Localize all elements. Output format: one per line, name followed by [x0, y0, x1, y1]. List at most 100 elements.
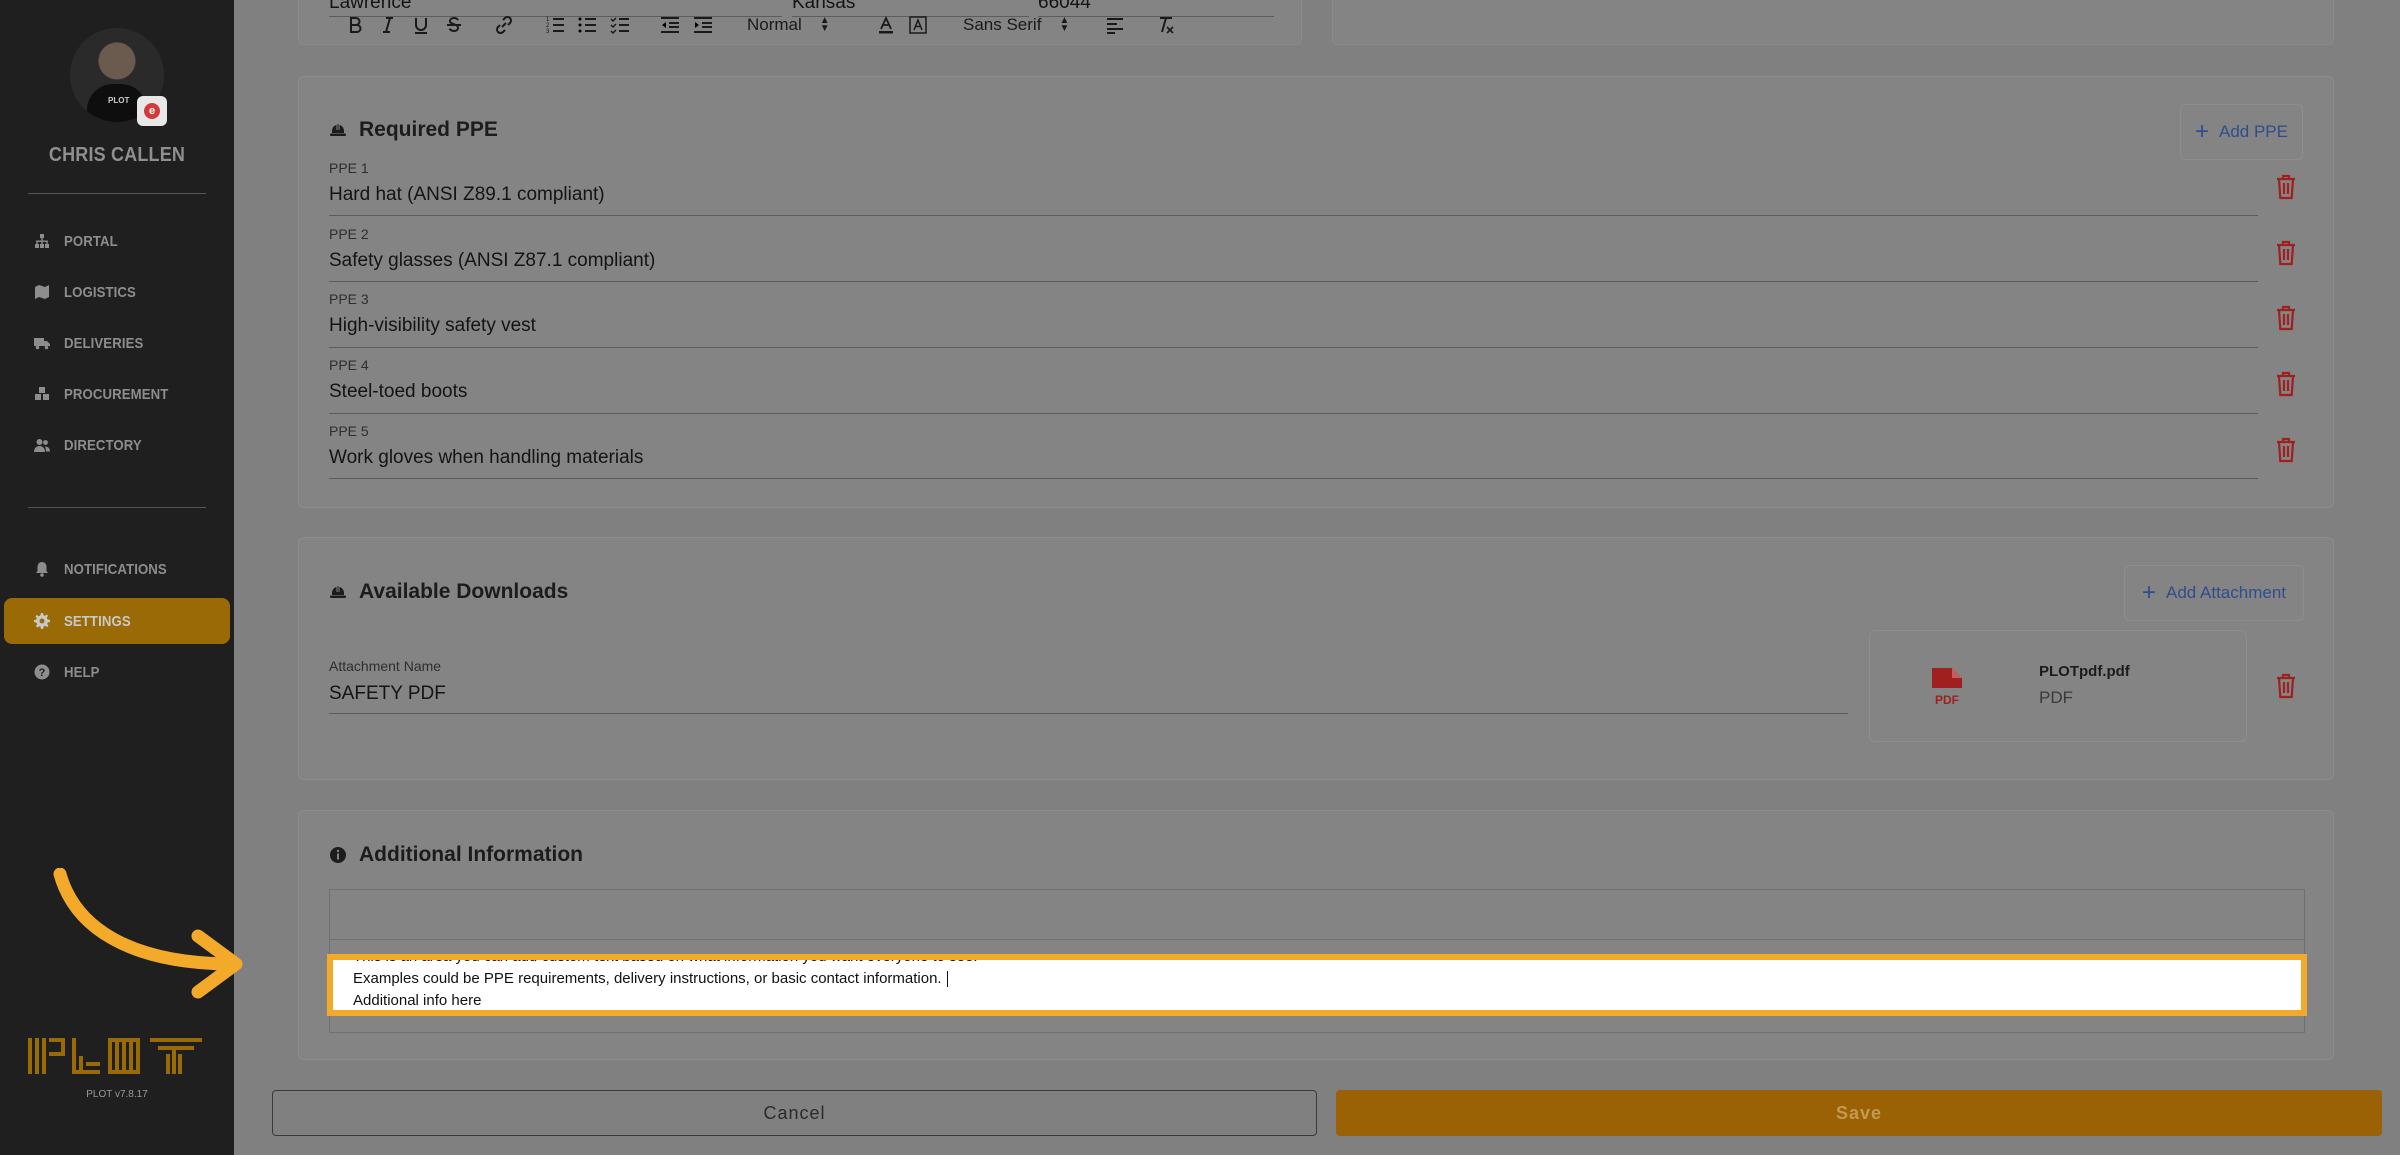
- attachment-name-label: Attachment Name: [329, 658, 442, 674]
- svg-text:PDF: PDF: [1935, 693, 1959, 707]
- avatar-shirt-text: PLOT: [108, 96, 130, 105]
- select-arrows-icon: ▲ ▼: [1059, 15, 1070, 34]
- delete-ppe-3-icon[interactable]: [2275, 305, 2297, 331]
- additional-info-editor[interactable]: This is an area you can add custom text …: [327, 954, 2307, 1016]
- svg-text:?: ?: [39, 667, 46, 679]
- downloads-section-title: Available Downloads: [329, 580, 568, 604]
- sidebar-divider: [28, 193, 206, 194]
- bold-button[interactable]: [344, 12, 366, 38]
- attachment-name-input[interactable]: SAFETY PDF: [329, 683, 446, 705]
- ppe-2-input[interactable]: Safety glasses (ANSI Z87.1 compliant): [329, 250, 655, 272]
- ppe-1-label: PPE 1: [329, 160, 369, 176]
- editor-line-2: Examples could be PPE requirements, deli…: [353, 970, 948, 988]
- strikethrough-icon: [447, 16, 461, 33]
- hard-hat-icon: [329, 121, 347, 139]
- text-color-icon: [879, 15, 893, 34]
- user-name: CHRIS CALLEN: [48, 144, 186, 166]
- outdent-icon: [661, 17, 679, 33]
- ppe-5-label: PPE 5: [329, 423, 369, 439]
- city-value[interactable]: Lawrence: [329, 0, 411, 14]
- delete-ppe-5-icon[interactable]: [2275, 437, 2297, 463]
- align-left-icon: [1107, 18, 1123, 34]
- delete-ppe-2-icon[interactable]: [2275, 240, 2297, 266]
- editor-line-3: Additional info here: [353, 992, 482, 1009]
- additional-section-title: Additional Information: [329, 843, 583, 867]
- ordered-list-icon: 123: [546, 17, 564, 35]
- sidebar-item-logistics[interactable]: LOGISTICS: [4, 269, 230, 315]
- gear-icon: [34, 613, 50, 629]
- outdent-button[interactable]: [659, 12, 681, 38]
- italic-button[interactable]: [377, 12, 399, 38]
- add-ppe-button[interactable]: + Add PPE: [2180, 104, 2303, 160]
- plot-logo: [28, 1034, 204, 1078]
- background-color-button[interactable]: [907, 12, 929, 38]
- address-side-card: [1332, 0, 2334, 45]
- bullet-list-icon: [578, 17, 596, 33]
- bell-icon: [34, 561, 50, 577]
- ppe-4-label: PPE 4: [329, 357, 369, 373]
- ordered-list-button[interactable]: 123: [544, 12, 566, 38]
- background-color-icon: [909, 16, 927, 34]
- app-version: PLOT v7.8.17: [86, 1089, 148, 1100]
- sidebar-item-settings[interactable]: SETTINGS: [4, 598, 230, 644]
- sidebar-item-portal[interactable]: PORTAL: [4, 218, 230, 264]
- font-select[interactable]: Sans Serif ▲ ▼: [963, 12, 1069, 38]
- svg-text:3: 3: [546, 29, 550, 35]
- plus-icon: +: [2194, 118, 2209, 145]
- sidebar-item-help[interactable]: ? HELP: [4, 649, 230, 695]
- info-circle-icon: [329, 846, 347, 864]
- underline-icon: [415, 18, 427, 34]
- company-badge-icon: e: [137, 96, 167, 126]
- sidebar-item-deliveries[interactable]: DELIVERIES: [4, 320, 230, 366]
- delete-ppe-1-icon[interactable]: [2275, 174, 2297, 200]
- sitemap-icon: [34, 233, 50, 249]
- ppe-3-input[interactable]: High-visibility safety vest: [329, 315, 536, 337]
- strike-button[interactable]: [443, 12, 465, 38]
- ppe-section-title: Required PPE: [329, 118, 498, 142]
- select-arrows-icon: ▲ ▼: [819, 15, 830, 34]
- indent-icon: [694, 17, 712, 33]
- checklist-button[interactable]: [609, 12, 631, 38]
- hard-hat-icon: [329, 583, 347, 601]
- bold-icon: [350, 17, 362, 33]
- ppe-3-label: PPE 3: [329, 291, 369, 307]
- map-icon: [34, 284, 50, 300]
- link-button[interactable]: [492, 12, 516, 38]
- sidebar-item-directory[interactable]: DIRECTORY: [4, 422, 230, 468]
- underline-button[interactable]: [410, 12, 432, 38]
- sidebar-item-notifications[interactable]: NOTIFICATIONS: [4, 546, 230, 592]
- truck-icon: [34, 335, 50, 351]
- ppe-5-input[interactable]: Work gloves when handling materials: [329, 447, 643, 469]
- ppe-4-input[interactable]: Steel-toed boots: [329, 381, 467, 403]
- sidebar-divider: [28, 507, 206, 508]
- users-icon: [34, 437, 50, 453]
- plus-icon: +: [2141, 579, 2156, 606]
- attachment-file-card[interactable]: [1869, 630, 2247, 742]
- question-circle-icon: ?: [34, 664, 50, 680]
- pdf-file-icon: PDF: [1930, 668, 1964, 708]
- ppe-2-label: PPE 2: [329, 226, 369, 242]
- align-button[interactable]: [1104, 12, 1126, 38]
- sidebar-item-procurement[interactable]: PROCUREMENT: [4, 371, 230, 417]
- indent-button[interactable]: [692, 12, 714, 38]
- clear-format-icon: [1160, 17, 1174, 34]
- text-color-button[interactable]: [875, 12, 897, 38]
- italic-icon: [383, 17, 393, 33]
- save-button[interactable]: Save: [1336, 1090, 2382, 1136]
- delete-attachment-icon[interactable]: [2275, 673, 2297, 699]
- header-select[interactable]: Normal ▲ ▼: [747, 12, 830, 38]
- checklist-icon: [610, 17, 629, 35]
- clear-format-button[interactable]: [1154, 12, 1176, 38]
- ppe-1-input[interactable]: Hard hat (ANSI Z89.1 compliant): [329, 184, 605, 206]
- file-type: PDF: [2039, 688, 2073, 707]
- delete-ppe-4-icon[interactable]: [2275, 371, 2297, 397]
- required-ppe-card: [298, 76, 2334, 508]
- editor-toolbar: [329, 889, 2305, 939]
- file-name: PLOTpdf.pdf: [2039, 663, 2130, 680]
- link-icon: [495, 15, 513, 35]
- add-attachment-button[interactable]: + Add Attachment: [2124, 565, 2304, 621]
- bullet-list-button[interactable]: [576, 12, 598, 38]
- cubes-icon: [34, 386, 50, 402]
- text-cursor: [946, 971, 948, 988]
- cancel-button[interactable]: Cancel: [272, 1090, 1317, 1136]
